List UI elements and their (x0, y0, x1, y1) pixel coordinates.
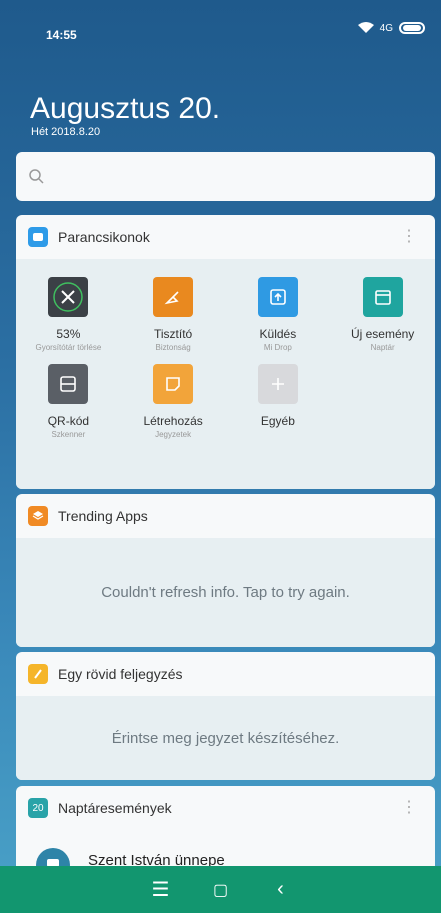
trending-header: Trending Apps (16, 494, 435, 538)
shortcut-label: Új esemény (350, 327, 415, 341)
shortcut-label: 53% (56, 327, 81, 341)
shortcuts-grid: 53% Gyorsítótár törlése Tisztító Biztonság K… (16, 277, 435, 439)
shortcut-sublabel: Jegyzetek (155, 430, 192, 439)
more-options-icon[interactable]: ⋮ (401, 800, 417, 816)
status-time: 14:55 (46, 28, 77, 42)
trending-icon (28, 506, 48, 526)
shortcut-label: QR-kód (47, 414, 90, 428)
note-title: Egy rövid feljegyzés (58, 666, 183, 682)
shortcut-item[interactable]: Küldés Mi Drop (226, 277, 331, 352)
shortcuts-icon (28, 227, 48, 247)
status-icons: 4G (357, 22, 425, 34)
shortcut-label: Tisztító (154, 327, 193, 341)
broom-icon (153, 277, 194, 317)
calendar-header: 20 Naptáresemények ⋮ (16, 786, 435, 830)
shortcuts-header: Parancsikonok ⋮ (16, 215, 435, 259)
shortcut-sublabel: Gyorsítótár törlése (35, 343, 102, 352)
search-bar[interactable] (16, 152, 435, 201)
shortcut-item[interactable]: Létrehozás Jegyzetek (121, 364, 226, 439)
shortcut-label: Létrehozás (143, 414, 203, 428)
shortcut-sublabel: Mi Drop (263, 343, 292, 352)
calendar-icon (362, 277, 403, 317)
date-title: Augusztus 20. (30, 92, 221, 125)
shortcuts-body: 53% Gyorsítótár törlése Tisztító Biztonság K… (16, 259, 435, 489)
shortcuts-title: Parancsikonok (58, 229, 150, 245)
shortcut-label: Küldés (259, 327, 297, 341)
pencil-icon (28, 664, 48, 684)
shortcut-item[interactable]: 53% Gyorsítótár törlése (16, 277, 121, 352)
note-message: Érintse meg jegyzet készítéséhez. (111, 729, 340, 747)
shortcut-item[interactable]: Új esemény Naptár (330, 277, 435, 352)
close-icon (48, 277, 89, 317)
more-options-icon[interactable]: ⋮ (401, 229, 417, 245)
shortcut-sublabel: Szkenner (51, 430, 86, 439)
note-icon (153, 364, 194, 404)
plus-icon (257, 364, 298, 404)
trending-body[interactable]: Couldn't refresh info. Tap to try again. (16, 538, 435, 647)
menu-button[interactable]: ☰ (131, 877, 191, 902)
calendar-day-icon: 20 (28, 798, 48, 818)
note-header: Egy rövid feljegyzés (16, 652, 435, 696)
calendar-title: Naptáresemények (58, 800, 172, 816)
note-body[interactable]: Érintse meg jegyzet készítéséhez. (16, 696, 435, 780)
shortcut-item[interactable]: QR-kód Szkenner (16, 364, 121, 439)
scanner-icon (48, 364, 89, 404)
trending-card: Trending Apps Couldn't refresh info. Tap… (16, 494, 435, 647)
wifi-icon (357, 22, 374, 33)
trending-message: Couldn't refresh info. Tap to try again. (101, 584, 350, 601)
upload-icon (257, 277, 298, 317)
home-button[interactable]: ▢ (191, 880, 251, 900)
search-icon (29, 169, 44, 184)
note-card: Egy rövid feljegyzés Érintse meg jegyzet… (16, 652, 435, 780)
battery-icon (399, 22, 425, 34)
trending-title: Trending Apps (58, 508, 148, 524)
shortcut-item[interactable]: Tisztító Biztonság (121, 277, 226, 352)
navigation-bar: ☰ ▢ ‹ (0, 866, 441, 913)
shortcut-item[interactable]: Egyéb (226, 364, 331, 439)
shortcut-sublabel: Biztonság (155, 343, 191, 352)
shortcuts-card: Parancsikonok ⋮ 53% Gyorsítótár törlése Ti… (16, 215, 435, 489)
back-button[interactable]: ‹ (251, 878, 311, 901)
signal-icon: 4G (379, 22, 393, 34)
status-bar: 14:55 4G (0, 0, 441, 64)
date-subtitle: Hét 2018.8.20 (31, 126, 101, 138)
shortcut-label: Egyéb (260, 414, 295, 428)
shortcut-sublabel: Naptár (370, 343, 395, 352)
